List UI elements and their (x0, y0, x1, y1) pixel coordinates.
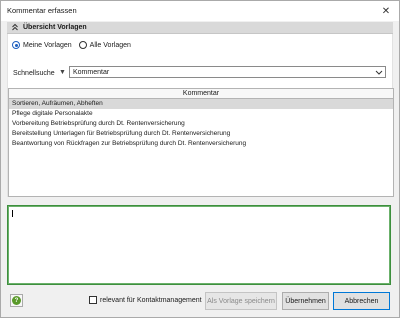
text-caret (12, 210, 13, 217)
comment-textarea[interactable] (7, 205, 391, 285)
contact-management-checkbox[interactable]: relevant für Kontaktmanagement (89, 296, 202, 304)
window-title: Kommentar erfassen (7, 6, 77, 15)
table-row[interactable]: Beantwortung von Rückfragen zur Betriebs… (9, 139, 393, 149)
radio-all-templates[interactable]: Alle Vorlagen (78, 41, 131, 49)
checkbox-label: relevant für Kontaktmanagement (100, 296, 202, 304)
radio-label: Meine Vorlagen (23, 41, 72, 49)
radio-label: Alle Vorlagen (89, 41, 131, 49)
section-header-templates[interactable]: Übersicht Vorlagen (7, 22, 393, 34)
dialog-window: Kommentar erfassen ✕ Übersicht Vorlagen … (0, 0, 400, 318)
close-button[interactable]: ✕ (373, 1, 399, 21)
quick-search-label: Schnellsuche (13, 70, 55, 77)
quick-search-combobox[interactable]: Kommentar (69, 66, 386, 78)
scope-radio-group: Meine Vorlagen Alle Vorlagen (12, 41, 138, 49)
templates-grid: Kommentar Sortieren, Aufräumen, Abheften… (8, 88, 394, 197)
filter-dropdown-icon[interactable]: ▼ (59, 69, 66, 76)
table-row[interactable]: Vorbereitung Betriebsprüfung durch Dt. R… (9, 119, 393, 129)
table-row[interactable]: Pflege digitale Personalakte (9, 109, 393, 119)
cancel-button[interactable]: Abbrechen (333, 292, 390, 310)
accept-button[interactable]: Übernehmen (282, 292, 329, 310)
chevron-down-icon[interactable] (375, 69, 383, 76)
templates-panel: Meine Vorlagen Alle Vorlagen Schnellsuch… (7, 34, 394, 197)
column-header-comment[interactable]: Kommentar (9, 89, 393, 99)
radio-indicator[interactable] (78, 41, 87, 49)
quick-search-value[interactable]: Kommentar (73, 69, 109, 76)
table-row[interactable]: Sortieren, Aufräumen, Abheften (9, 99, 393, 109)
help-icon: ? (12, 296, 21, 305)
help-button[interactable]: ? (10, 294, 23, 307)
table-row[interactable]: Bereitstellung Unterlagen für Betriebspr… (9, 129, 393, 139)
save-as-template-button[interactable]: Als Vorlage speichern (205, 292, 277, 310)
radio-my-templates[interactable]: Meine Vorlagen (12, 41, 72, 49)
title-bar: Kommentar erfassen ✕ (1, 1, 399, 21)
section-title: Übersicht Vorlagen (23, 23, 87, 31)
radio-indicator[interactable] (12, 41, 20, 49)
checkbox-box[interactable] (89, 296, 97, 304)
chevron-double-up-icon (12, 23, 18, 31)
